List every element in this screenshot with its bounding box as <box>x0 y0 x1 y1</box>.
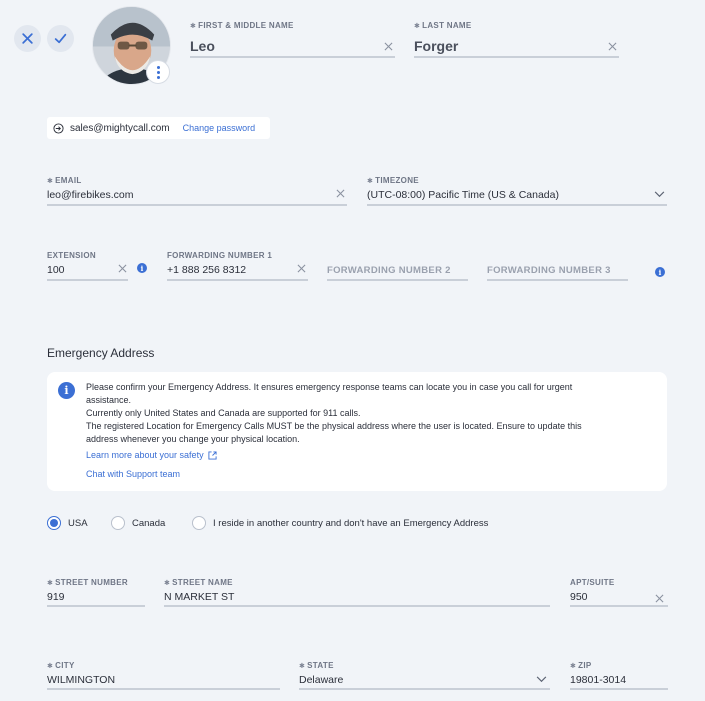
radio-other-indicator[interactable] <box>192 516 206 530</box>
extension-input[interactable]: 100 <box>47 264 65 276</box>
forwarding-1-underline <box>167 279 308 281</box>
apt-suite-label: APT/SUITE <box>570 578 615 587</box>
first-name-underline <box>190 56 395 58</box>
learn-more-link[interactable]: Learn more about your safety <box>86 450 217 460</box>
radio-other-country[interactable]: I reside in another country and don't ha… <box>192 516 488 530</box>
extension-info-icon[interactable]: i <box>137 263 147 273</box>
chat-support-link[interactable]: Chat with Support team <box>86 469 180 479</box>
account-chip: sales@mightycall.com Change password <box>47 117 270 139</box>
zip-underline <box>570 688 668 690</box>
email-input[interactable]: leo@firebikes.com <box>47 189 134 201</box>
forwarding-1-label: FORWARDING NUMBER 1 <box>167 251 273 260</box>
zip-input[interactable]: 19801-3014 <box>570 674 626 686</box>
forwarding-2-underline <box>327 279 468 281</box>
chevron-down-icon <box>654 191 665 198</box>
radio-canada-indicator[interactable] <box>111 516 125 530</box>
external-link-icon <box>208 450 217 460</box>
radio-usa-indicator[interactable] <box>47 516 61 530</box>
close-icon <box>22 33 33 44</box>
last-name-label: ✱ LAST NAME <box>414 21 472 30</box>
last-name-underline <box>414 56 619 58</box>
email-label: ✱ EMAIL <box>47 176 82 185</box>
city-label: ✱ CITY <box>47 661 75 670</box>
first-name-label: ✱ FIRST & MIDDLE NAME <box>190 21 294 30</box>
first-name-input[interactable]: Leo <box>190 38 215 54</box>
forwarding-2-input[interactable]: FORWARDING NUMBER 2 <box>327 265 451 276</box>
radio-usa[interactable]: USA <box>47 516 88 530</box>
cancel-button[interactable] <box>14 25 41 52</box>
save-button[interactable] <box>47 25 74 52</box>
extension-underline <box>47 279 128 281</box>
clear-forwarding-1-button[interactable] <box>297 264 306 273</box>
clear-last-name-button[interactable] <box>608 42 617 51</box>
last-name-input[interactable]: Forger <box>414 38 458 54</box>
avatar-menu-button[interactable] <box>146 60 170 84</box>
clear-icon <box>118 264 127 273</box>
account-email: sales@mightycall.com <box>70 122 170 134</box>
clear-icon <box>608 42 617 51</box>
state-dropdown-button[interactable] <box>536 676 547 683</box>
clear-extension-button[interactable] <box>118 264 127 273</box>
state-underline <box>299 688 550 690</box>
radio-canada-label: Canada <box>132 517 166 529</box>
notice-line-4: The registered Location for Emergency Ca… <box>86 421 582 431</box>
extension-label: EXTENSION <box>47 251 96 260</box>
radio-usa-label: USA <box>68 517 88 529</box>
clear-first-name-button[interactable] <box>384 42 393 51</box>
clear-icon <box>655 594 664 603</box>
notice-line-5: address whenever you change your physica… <box>86 434 300 444</box>
email-underline <box>47 204 347 206</box>
clear-apt-suite-button[interactable] <box>655 594 664 603</box>
timezone-underline <box>367 204 667 206</box>
forwarding-info-icon[interactable]: i <box>655 267 665 277</box>
timezone-select[interactable]: (UTC-08:00) Pacific Time (US & Canada) <box>367 189 559 201</box>
learn-more-label: Learn more about your safety <box>86 450 204 460</box>
forwarding-1-input[interactable]: +1 888 256 8312 <box>167 264 246 276</box>
city-underline <box>47 688 280 690</box>
apt-suite-input[interactable]: 950 <box>570 591 588 603</box>
state-select[interactable]: Delaware <box>299 674 343 686</box>
radio-canada[interactable]: Canada <box>111 516 165 530</box>
info-icon: i <box>58 382 75 399</box>
radio-other-label: I reside in another country and don't ha… <box>213 517 489 529</box>
street-number-label: ✱ STREET NUMBER <box>47 578 128 587</box>
sign-in-icon <box>53 122 64 134</box>
chevron-down-icon <box>536 676 547 683</box>
more-vertical-icon <box>156 65 160 79</box>
timezone-label: ✱ TIMEZONE <box>367 176 419 185</box>
clear-icon <box>384 42 393 51</box>
clear-icon <box>297 264 306 273</box>
notice-line-1: Please confirm your Emergency Address. I… <box>86 382 573 392</box>
timezone-dropdown-button[interactable] <box>654 191 665 198</box>
notice-line-2: assistance. <box>86 395 132 405</box>
emergency-notice: i Please confirm your Emergency Address.… <box>47 372 667 491</box>
street-name-underline <box>164 605 550 607</box>
street-number-input[interactable]: 919 <box>47 591 65 603</box>
clear-email-button[interactable] <box>336 189 345 198</box>
street-name-input[interactable]: N MARKET ST <box>164 591 234 603</box>
forwarding-3-input[interactable]: FORWARDING NUMBER 3 <box>487 265 611 276</box>
city-input[interactable]: WILMINGTON <box>47 674 115 686</box>
clear-icon <box>336 189 345 198</box>
notice-line-3: Currently only United States and Canada … <box>86 408 361 418</box>
state-label: ✱ STATE <box>299 661 334 670</box>
emergency-address-title: Emergency Address <box>47 346 155 360</box>
zip-label: ✱ ZIP <box>570 661 592 670</box>
street-number-underline <box>47 605 145 607</box>
apt-suite-underline <box>570 605 668 607</box>
check-icon <box>54 33 67 44</box>
change-password-link[interactable]: Change password <box>183 123 256 133</box>
forwarding-3-underline <box>487 279 628 281</box>
street-name-label: ✱ STREET NAME <box>164 578 233 587</box>
